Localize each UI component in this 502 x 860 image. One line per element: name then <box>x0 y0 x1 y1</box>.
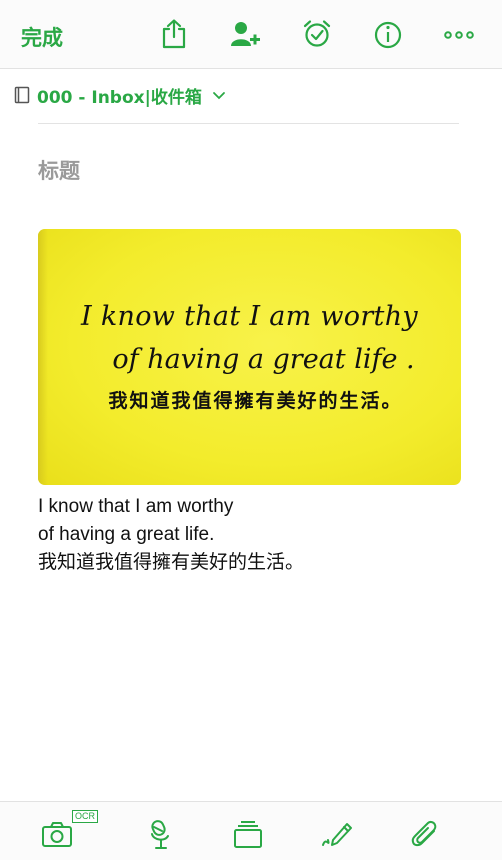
image-text-line-3: 我知道我值得擁有美好的生活。 <box>108 390 403 412</box>
paperclip-icon[interactable] <box>409 818 441 850</box>
note-image[interactable]: I know that I am worthy of having a grea… <box>38 229 461 485</box>
body-line-2: of having a great life. <box>38 524 215 545</box>
top-toolbar: 完成 <box>0 0 502 69</box>
notebook-icon <box>14 86 30 104</box>
notebook-label: 000 - Inbox|收件箱 <box>37 87 202 108</box>
image-text-line-2: of having a great life . <box>112 344 415 375</box>
add-user-icon[interactable] <box>229 18 261 50</box>
note-body[interactable]: I know that I am worthy of having a grea… <box>38 493 304 577</box>
microphone-icon[interactable] <box>145 818 177 850</box>
divider <box>38 123 459 124</box>
share-icon[interactable] <box>159 18 189 50</box>
chevron-down-icon <box>212 92 225 100</box>
info-icon[interactable] <box>372 18 404 50</box>
image-text-line-1: I know that I am worthy <box>81 301 418 332</box>
reminder-icon[interactable] <box>302 18 332 50</box>
ocr-badge: OCR <box>72 810 98 823</box>
done-button[interactable]: 完成 <box>21 22 63 52</box>
body-line-1: I know that I am worthy <box>38 496 234 517</box>
more-icon[interactable] <box>443 18 475 50</box>
pen-icon[interactable] <box>321 818 353 850</box>
note-title-input[interactable]: 标题 <box>38 155 80 185</box>
body-line-3: 我知道我值得擁有美好的生活。 <box>38 552 305 573</box>
notebook-selector[interactable]: 000 - Inbox|收件箱 <box>14 84 226 108</box>
camera-icon[interactable] <box>41 818 73 850</box>
stack-icon[interactable] <box>232 818 264 850</box>
